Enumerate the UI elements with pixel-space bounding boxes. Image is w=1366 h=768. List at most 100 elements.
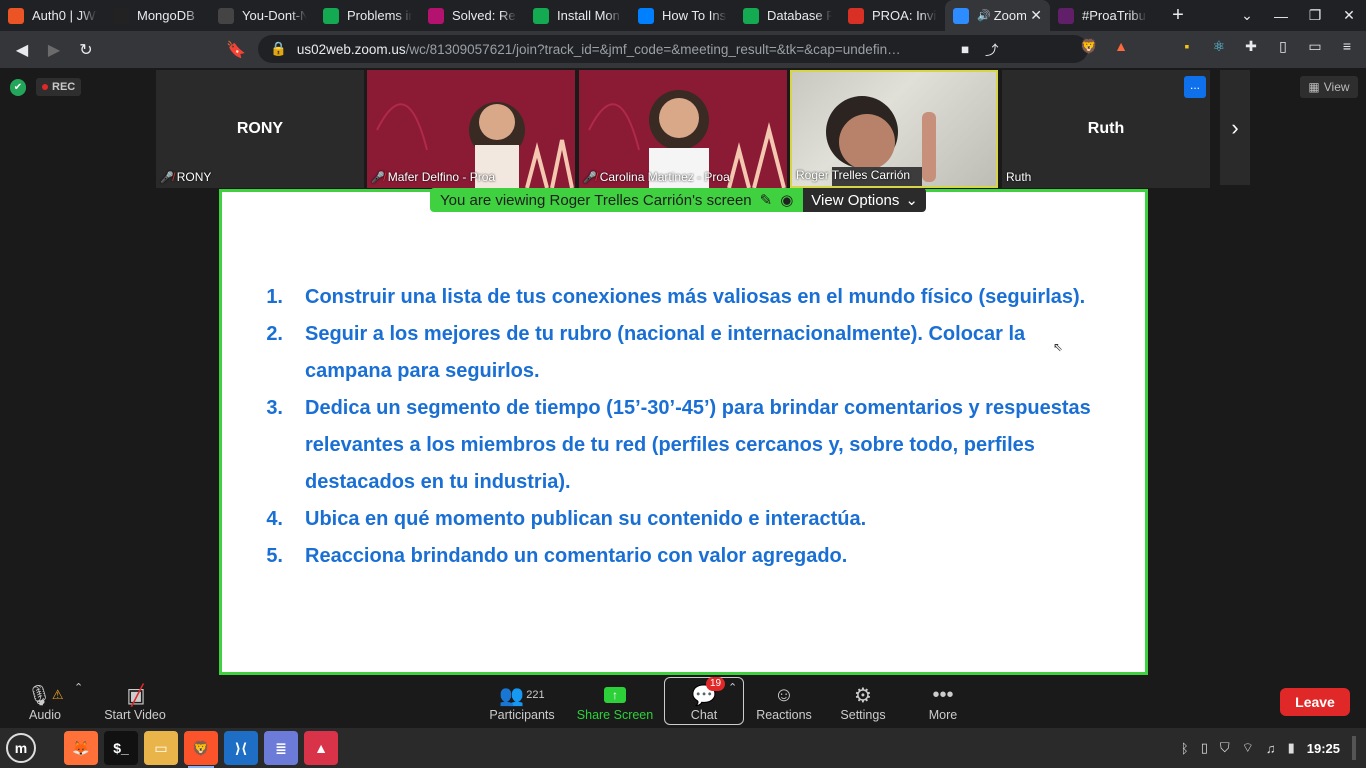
clipboard-icon[interactable]: ▯ — [1201, 740, 1208, 756]
browser-tab[interactable]: Problems in — [315, 0, 420, 31]
firefox-icon[interactable]: 🦊 — [64, 731, 98, 765]
participants-icon: 👥 221 — [499, 684, 545, 707]
tab-title: Problems in — [347, 8, 412, 23]
share-screen-button[interactable]: ↑ Share Screen — [576, 676, 654, 728]
slide-list-item: 2. Seguir a los mejores de tu rubro (naci… — [260, 316, 1110, 390]
participant-tile-carolina[interactable]: 🎤̸ Carolina Martinez - Proa — [579, 70, 787, 188]
item-number: 4. — [266, 508, 283, 530]
reactions-button[interactable]: ☺ Reactions — [756, 676, 812, 728]
recording-indicator: REC — [36, 78, 82, 96]
view-options-dropdown[interactable]: View Options ⌄ — [803, 188, 926, 212]
menu-icon[interactable]: ≡ — [1338, 37, 1356, 55]
reload-icon[interactable]: ↻ — [70, 40, 102, 60]
video-camera-blocked-icon[interactable]: ■ — [961, 42, 969, 57]
meeting-toolbar: 🎙 ⚠ Audio ⌃ ▣ ╱ Start Video 👥 221 Participa… — [0, 676, 1366, 728]
forward-icon[interactable]: ▶ — [38, 40, 70, 60]
browser-tab[interactable]: MongoDB — [105, 0, 210, 31]
view-button[interactable]: ▦ View — [1300, 76, 1358, 98]
participant-tile-roger-active-speaker[interactable]: Roger Trelles Carrión — [790, 70, 998, 188]
minimize-icon[interactable]: — — [1264, 8, 1298, 24]
clock[interactable]: 19:25 — [1307, 741, 1340, 756]
mongodb-icon — [323, 7, 339, 24]
participant-tile-ruth[interactable]: Ruth Ruth — [1002, 70, 1210, 188]
sidebar-icon[interactable]: ▯ — [1274, 37, 1292, 55]
image-viewer-icon[interactable]: ▲ — [304, 731, 338, 765]
brave-rewards-icon[interactable]: ▲ — [1112, 37, 1130, 55]
speaker-icon: 🔊 — [977, 10, 991, 22]
browser-tab[interactable]: Solved: Rep — [420, 0, 525, 31]
browser-tab[interactable]: PROA: Invit — [840, 0, 945, 31]
terminal-icon[interactable]: $_ — [104, 731, 138, 765]
leave-button[interactable]: Leave — [1280, 688, 1350, 716]
folder-extension-icon[interactable]: ▪ — [1178, 37, 1196, 55]
vscode-icon[interactable]: ⟩⟨ — [224, 731, 258, 765]
address-bar-row: ◀ ▶ ↻ 🔖 🔒 us02web.zoom.us/wc/81309057621… — [0, 31, 1366, 68]
share-icon[interactable]: ⤴ — [985, 39, 999, 59]
files-folder-icon[interactable]: ▭ — [144, 731, 178, 765]
brave-shield-icon[interactable]: 🦁 — [1080, 37, 1098, 55]
participants-button[interactable]: 👥 221 Participants — [486, 676, 558, 728]
item-number: 5. — [266, 545, 283, 567]
audio-button[interactable]: 🎙 ⚠ Audio — [26, 676, 64, 728]
browser-tab[interactable]: Install Mon — [525, 0, 630, 31]
tab-title: Zoom — [993, 8, 1027, 23]
url-bar[interactable]: 🔒 us02web.zoom.us/wc/81309057621/join?tr… — [258, 35, 1088, 63]
new-tab-icon[interactable]: + — [1163, 4, 1193, 27]
tile-more-button[interactable]: ... — [1184, 76, 1206, 98]
browser-tab[interactable]: Database R — [735, 0, 840, 31]
settings-button[interactable]: ⚙ Settings — [838, 676, 888, 728]
tab-search-icon[interactable]: ⌄ — [1230, 7, 1264, 24]
show-desktop[interactable] — [1352, 736, 1356, 760]
browser-tab[interactable]: Auth0 | JWT — [0, 0, 105, 31]
bookmark-icon[interactable]: 🔖 — [220, 40, 252, 60]
item-text: Dedica un segmento de tiempo (15’-30’-45… — [305, 397, 1091, 493]
battery-icon[interactable]: ▮ — [1288, 740, 1295, 756]
next-page-arrow-icon[interactable]: › — [1220, 70, 1250, 185]
maximize-icon[interactable]: ❐ — [1298, 7, 1332, 24]
browser-tab[interactable]: How To Inst — [630, 0, 735, 31]
react-devtools-icon[interactable]: ⚛ — [1210, 37, 1228, 55]
sound-icon[interactable]: ♫ — [1266, 741, 1276, 756]
audio-options-chevron-icon[interactable]: ⌃ — [74, 680, 83, 694]
extensions-icon[interactable]: ✚ — [1242, 37, 1260, 55]
start-video-button[interactable]: ▣ ╱ Start Video — [100, 676, 170, 728]
bluetooth-icon[interactable]: ᛒ — [1181, 741, 1189, 756]
more-button[interactable]: ••• More — [922, 676, 964, 728]
security-shield-icon[interactable]: ⛉ — [1220, 740, 1230, 756]
window-controls: ⌄ — ❐ ✕ — [1230, 0, 1366, 31]
back-icon[interactable]: ◀ — [6, 40, 38, 60]
participant-tile-rony[interactable]: RONY 🎤̸ RONY — [156, 70, 364, 188]
close-tab-icon[interactable]: ✕ — [1030, 7, 1042, 24]
rec-label: REC — [52, 81, 76, 93]
video-off-icon: ▣ ╱ — [126, 684, 146, 707]
github-icon — [218, 7, 234, 24]
browser-tab[interactable]: #ProaTribu — [1050, 0, 1155, 31]
brave-browser-icon[interactable]: 🦁 — [184, 731, 218, 768]
wifi-icon[interactable]: ⌔ — [1242, 740, 1254, 756]
start-video-label: Start Video — [104, 708, 166, 722]
url-host: us02web.zoom.us — [296, 41, 406, 57]
muted-mic-icon: 🎤̸ — [371, 171, 385, 184]
view-options-label: View Options — [811, 191, 900, 209]
item-text: Construir una lista de tus conexiones má… — [305, 286, 1086, 308]
wallet-icon[interactable]: ▭ — [1306, 37, 1324, 55]
text-editor-icon[interactable]: ≣ — [264, 731, 298, 765]
view-label: View — [1323, 80, 1350, 94]
grid-icon: ▦ — [1308, 80, 1320, 94]
solved-icon — [428, 7, 444, 24]
slide-list-item: 4. Ubica en qué momento publican su conte… — [260, 501, 1110, 538]
tab-title: You-Dont-N — [242, 8, 307, 23]
participant-name: RONY — [236, 120, 284, 137]
browser-tab[interactable]: 🔊 Zoom ✕ — [945, 0, 1050, 31]
remote-control-icon[interactable]: ◉ — [780, 191, 793, 209]
annotate-icon[interactable]: ✎ — [760, 191, 773, 209]
browser-tab[interactable]: You-Dont-N — [210, 0, 315, 31]
participant-tile-mafer[interactable]: 🎤̸ Mafer Delfino - Proa — [367, 70, 575, 188]
tab-title: PROA: Invit — [872, 8, 937, 23]
mint-menu-icon[interactable]: m — [6, 733, 36, 763]
close-window-icon[interactable]: ✕ — [1332, 7, 1366, 24]
chat-options-chevron-icon[interactable]: ⌃ — [728, 680, 737, 694]
item-number: 3. — [266, 397, 283, 419]
encryption-shield-icon[interactable]: ✔ — [10, 79, 26, 96]
item-number: 1. — [266, 286, 283, 308]
